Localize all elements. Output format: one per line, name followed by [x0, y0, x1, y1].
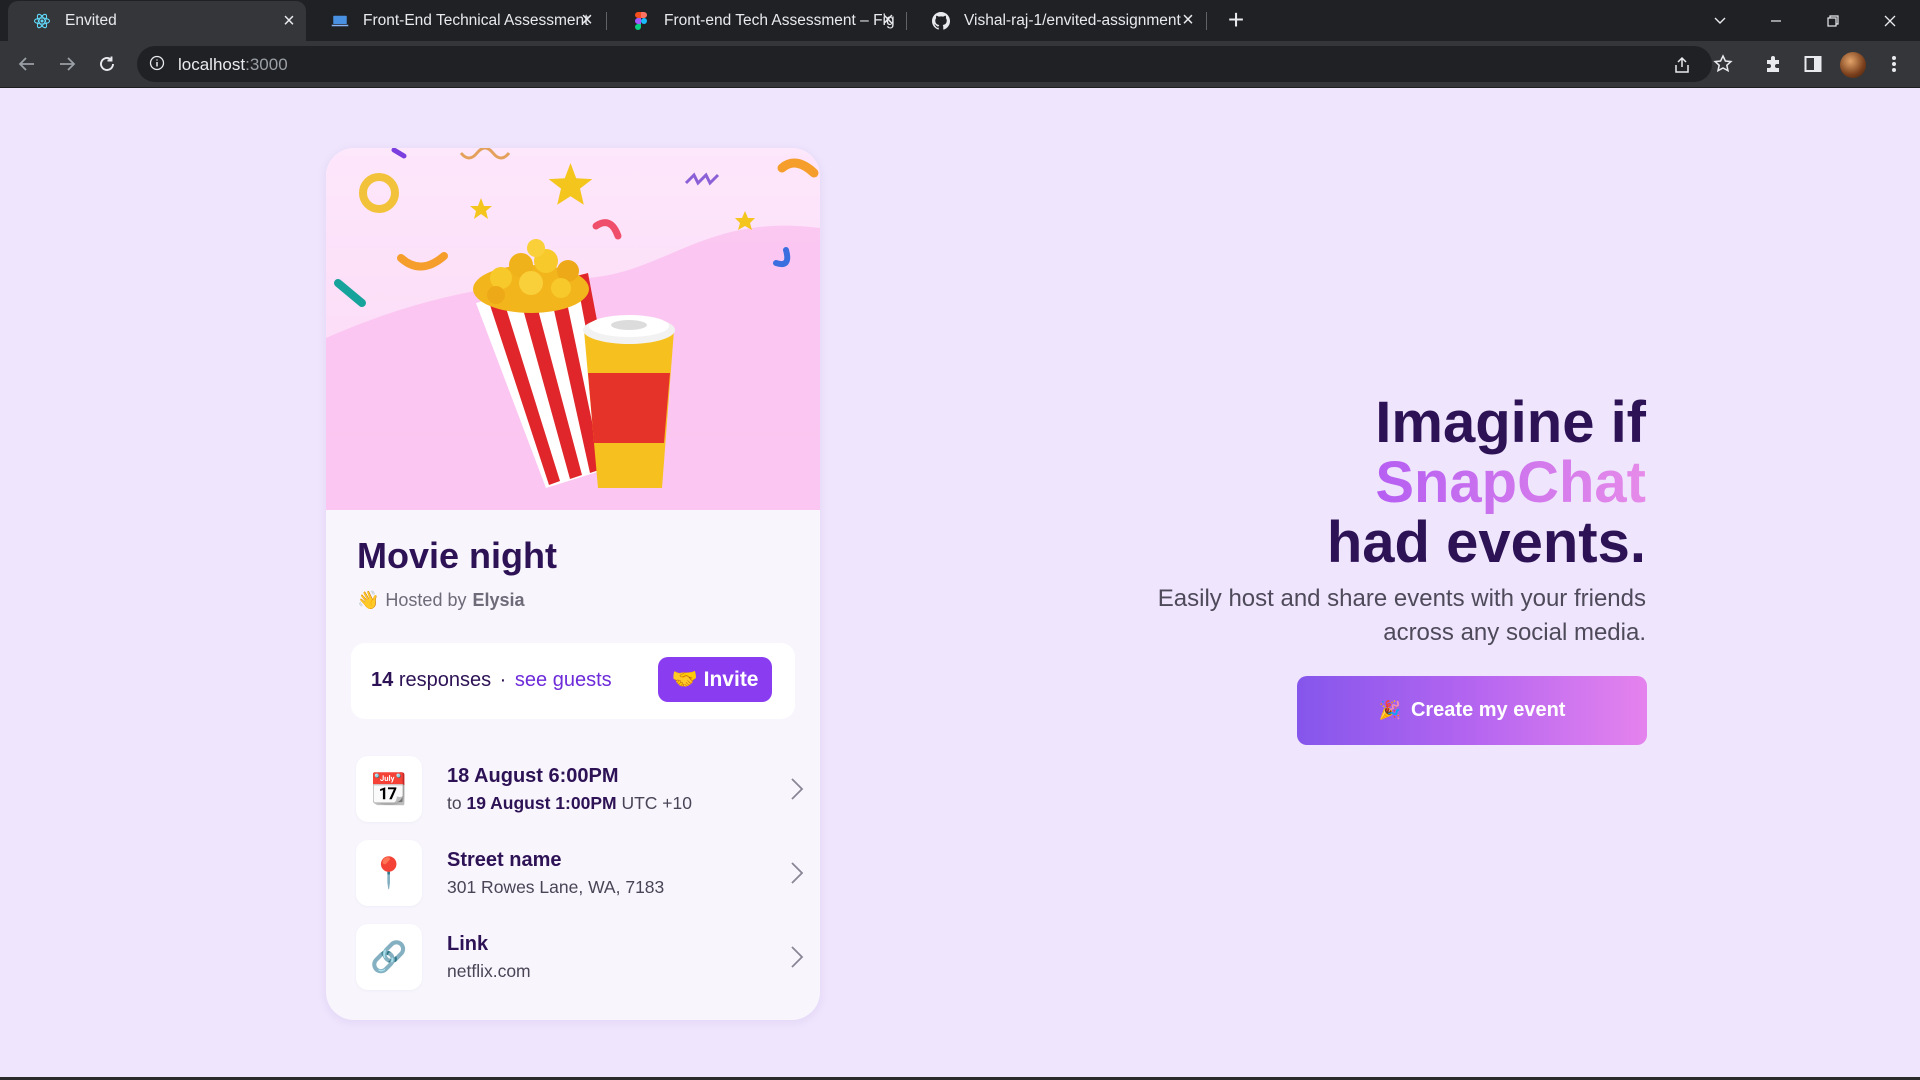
- date-end: to 19 August 1:00PM UTC +10: [447, 793, 692, 814]
- location-name: Street name: [447, 849, 562, 871]
- headline: Imagine if SnapChat had events.: [1327, 393, 1646, 573]
- responses-text: 14 responses · see guests: [371, 669, 612, 692]
- close-tab-icon[interactable]: ×: [879, 10, 897, 30]
- chevron-right-icon: [791, 946, 804, 968]
- close-tab-icon[interactable]: ×: [1179, 10, 1197, 30]
- side-panel-icon[interactable]: [1802, 53, 1824, 75]
- responses-count: 14: [371, 669, 394, 691]
- event-link-row[interactable]: 🔗 Link netflix.com: [356, 924, 804, 990]
- calendar-icon: 📆: [356, 756, 422, 822]
- minimize-icon[interactable]: [1748, 0, 1804, 41]
- url-text: localhost:3000: [178, 55, 288, 75]
- hero-subtext: Easily host and share events with your f…: [1157, 585, 1646, 646]
- url-host: localhost: [178, 55, 246, 74]
- github-icon: [932, 11, 950, 30]
- tab-title: Vishal-raj-1/envited-assignment: [964, 11, 1181, 29]
- see-guests-link[interactable]: see guests: [515, 669, 612, 691]
- tab-github[interactable]: Vishal-raj-1/envited-assignment ×: [907, 0, 1205, 41]
- invite-label: Invite: [703, 667, 759, 691]
- date-end-value: 19 August 1:00PM: [466, 793, 617, 813]
- bookmark-star-icon[interactable]: [1712, 53, 1734, 75]
- forward-icon[interactable]: [52, 49, 82, 79]
- location-pin-icon: 📍: [356, 840, 422, 906]
- tab-title: Front-end Tech Assessment – Fig: [664, 11, 895, 29]
- page-content: Movie night 👋 Hosted by Elysia 14 respon…: [0, 88, 1920, 1080]
- tab-front-end-technical-assessment[interactable]: Front-End Technical Assessment ×: [306, 0, 604, 41]
- tab-figma[interactable]: Front-end Tech Assessment – Fig ×: [607, 0, 905, 41]
- link-url: netflix.com: [447, 961, 531, 981]
- event-hero-image: [326, 148, 820, 510]
- chevron-right-icon: [791, 862, 804, 884]
- party-popper-icon: 🎉: [1378, 700, 1401, 720]
- date-start: 18 August 6:00PM: [447, 765, 619, 787]
- browser-toolbar: localhost:3000: [0, 41, 1920, 88]
- reload-icon[interactable]: [92, 49, 122, 79]
- headline-snapchat: SnapChat: [1375, 450, 1646, 515]
- site-info-icon[interactable]: [149, 55, 165, 76]
- link-label: Link: [447, 933, 489, 955]
- timezone: UTC +10: [621, 793, 692, 813]
- responses-box: 14 responses · see guests 🤝 Invite: [351, 643, 795, 719]
- host-name: Elysia: [472, 590, 525, 610]
- address-bar[interactable]: localhost:3000: [137, 46, 1712, 82]
- url-port: :3000: [245, 55, 288, 74]
- extensions-icon[interactable]: [1762, 53, 1784, 75]
- waving-hand-icon: 👋: [357, 590, 380, 610]
- share-icon[interactable]: [1671, 54, 1693, 76]
- event-card: Movie night 👋 Hosted by Elysia 14 respon…: [326, 148, 820, 1020]
- tab-envited[interactable]: Envited ×: [8, 1, 306, 41]
- new-tab-button[interactable]: +: [1223, 6, 1249, 34]
- hosted-by-prefix: Hosted by: [385, 590, 467, 610]
- react-icon: [33, 12, 51, 30]
- responses-label: responses: [398, 669, 492, 691]
- create-event-label: Create my event: [1410, 699, 1566, 721]
- close-window-icon[interactable]: [1862, 0, 1918, 41]
- restore-icon[interactable]: [1805, 0, 1861, 41]
- headline-line-3: had events.: [1326, 510, 1646, 575]
- profile-avatar[interactable]: [1840, 52, 1866, 78]
- hosted-by: 👋 Hosted by Elysia: [357, 590, 525, 611]
- tab-separator: [1206, 12, 1207, 30]
- close-tab-icon[interactable]: ×: [578, 10, 596, 30]
- handshake-icon: 🤝: [671, 667, 698, 691]
- browser-tab-strip: Envited × Front-End Technical Assessment…: [0, 0, 1920, 41]
- tab-title: Front-End Technical Assessment: [363, 11, 589, 29]
- event-date-row[interactable]: 📆 18 August 6:00PM to 19 August 1:00PM U…: [356, 756, 804, 822]
- separator-dot: ·: [499, 669, 507, 691]
- headline-line-1: Imagine if: [1375, 390, 1646, 455]
- date-end-prefix: to: [447, 793, 462, 813]
- create-event-button[interactable]: 🎉 Create my event: [1297, 676, 1647, 745]
- laptop-icon: [331, 12, 349, 30]
- close-tab-icon[interactable]: ×: [280, 11, 298, 31]
- event-title: Movie night: [357, 535, 557, 576]
- chrome-menu-icon[interactable]: [1883, 53, 1905, 75]
- figma-icon: [632, 11, 650, 30]
- event-location-row[interactable]: 📍 Street name 301 Rowes Lane, WA, 7183: [356, 840, 804, 906]
- chevron-right-icon: [791, 778, 804, 800]
- location-address: 301 Rowes Lane, WA, 7183: [447, 877, 665, 897]
- back-icon[interactable]: [12, 49, 42, 79]
- invite-button[interactable]: 🤝 Invite: [658, 657, 772, 702]
- tab-search-icon[interactable]: [1692, 0, 1748, 41]
- link-icon: 🔗: [356, 924, 422, 990]
- tab-title: Envited: [65, 12, 117, 29]
